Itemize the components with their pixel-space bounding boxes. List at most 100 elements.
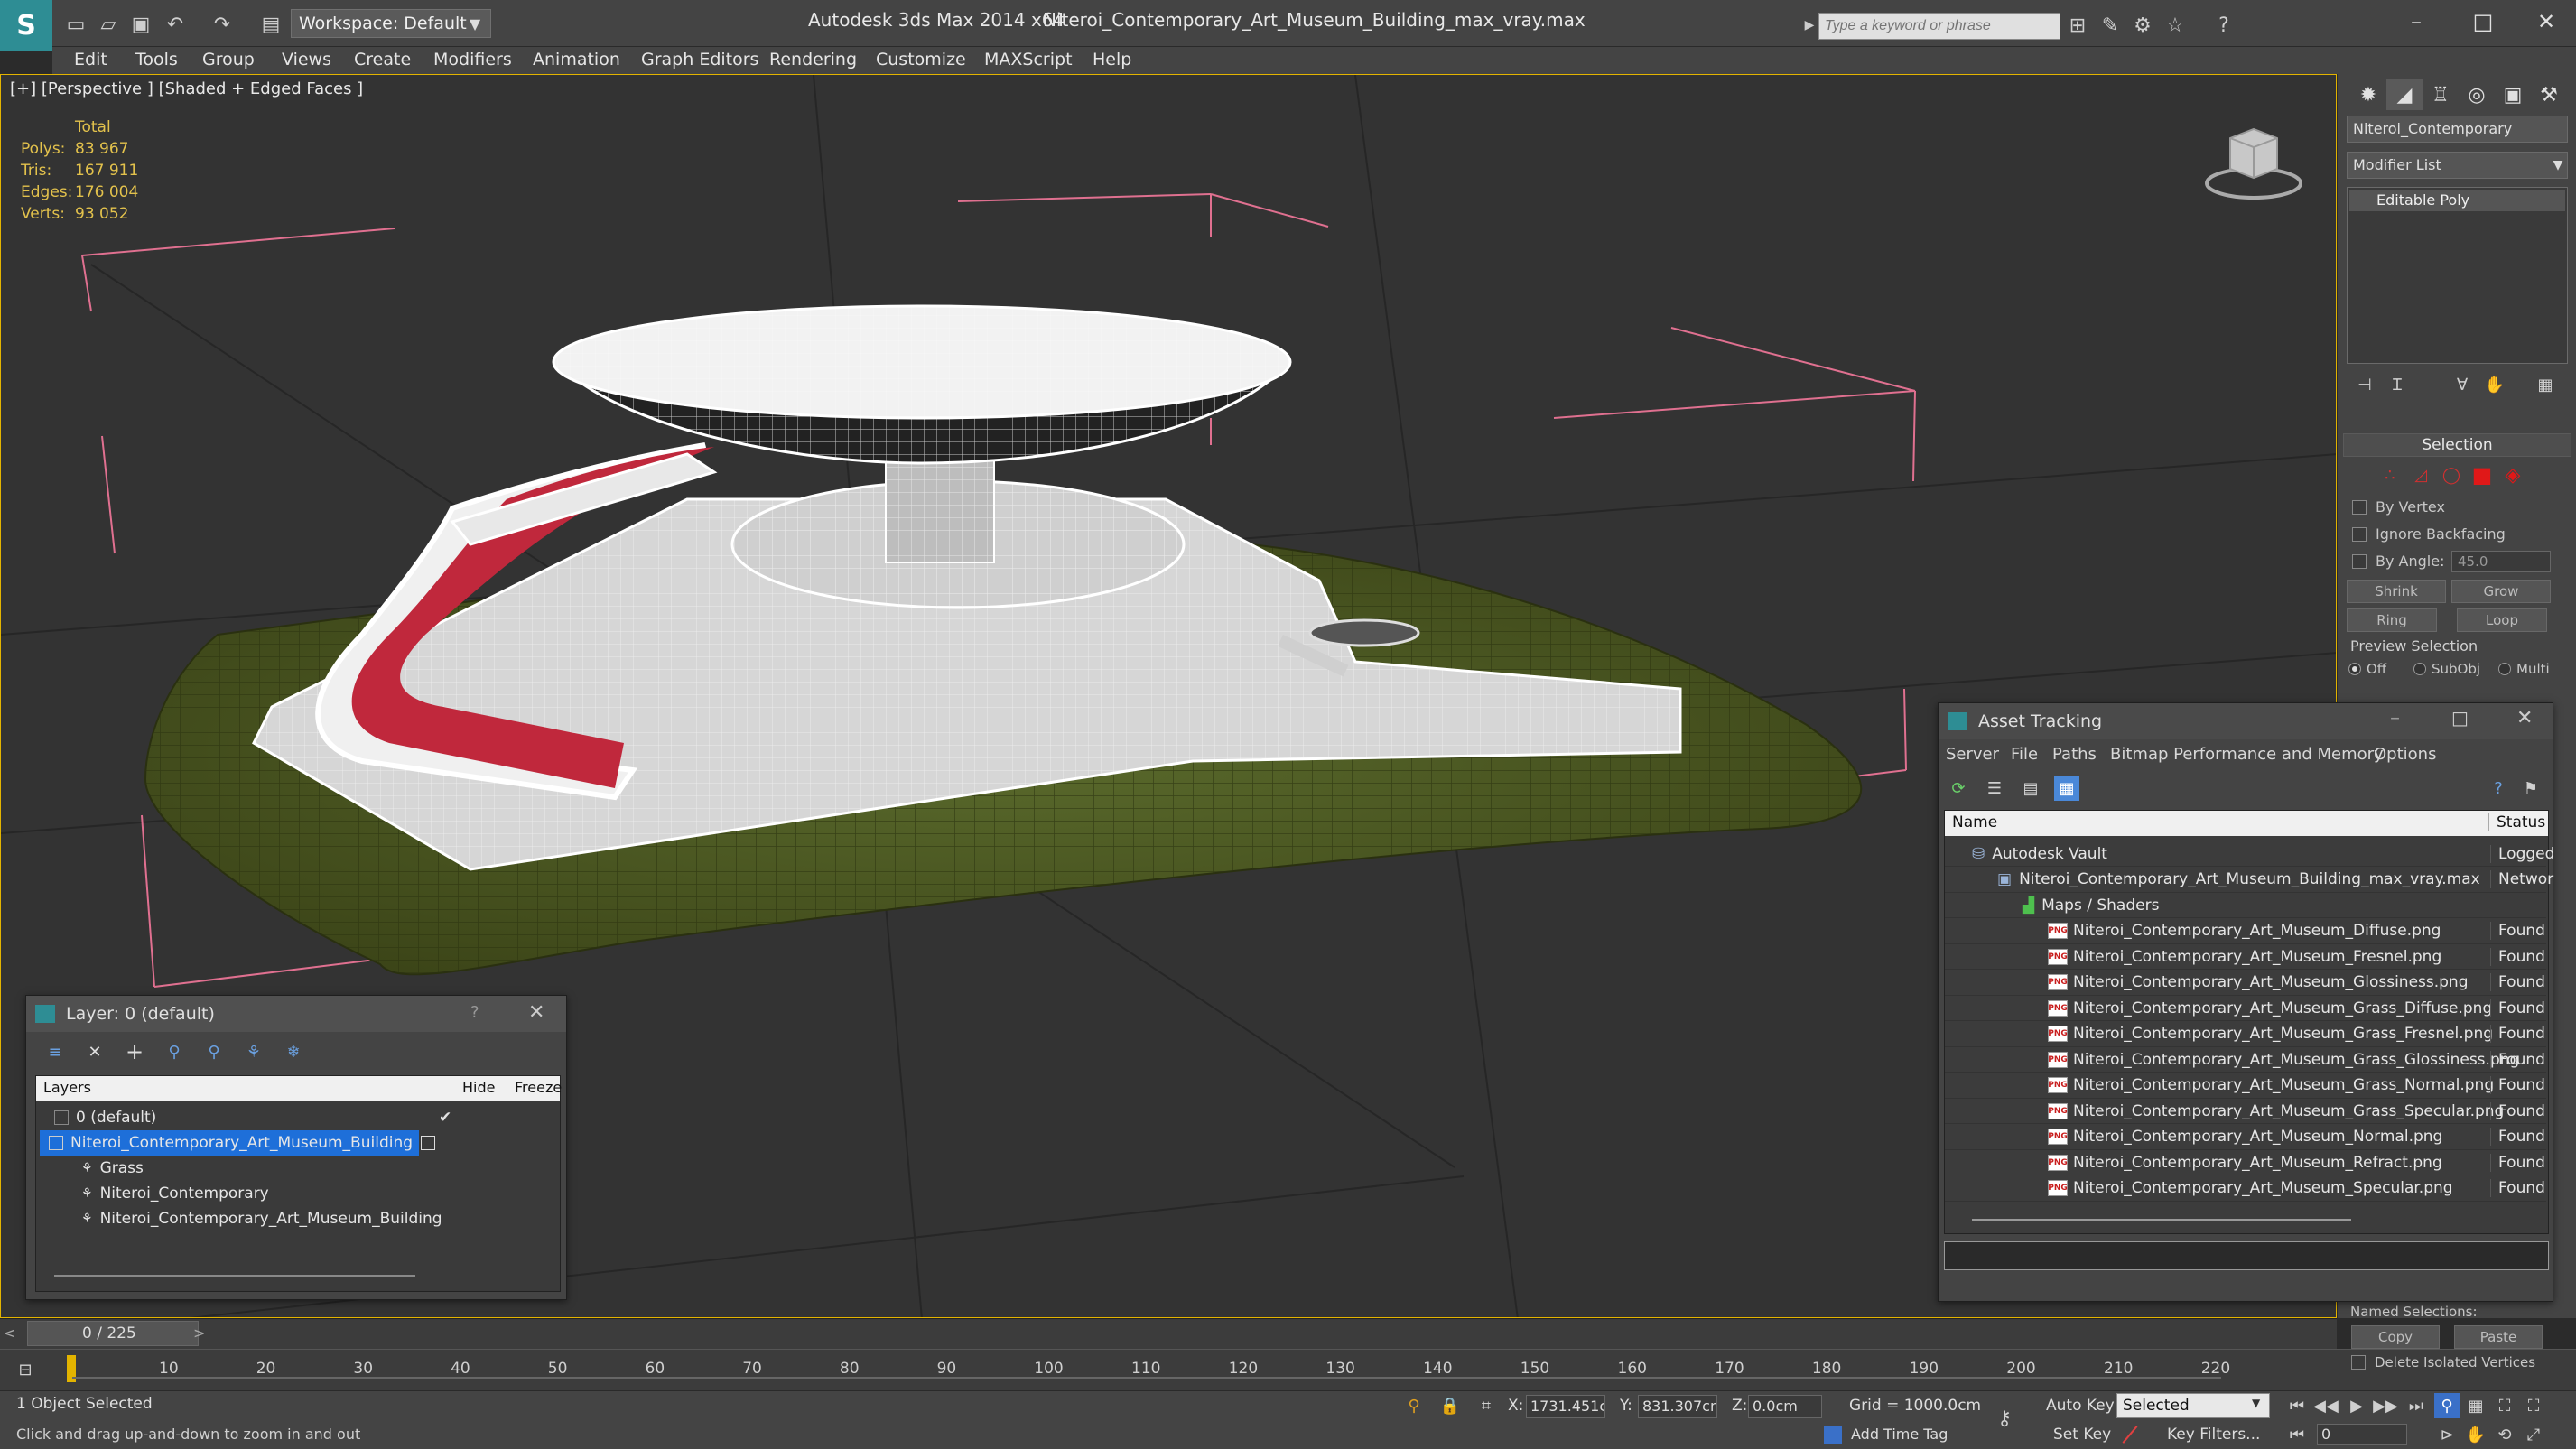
zoom-extents-all-icon[interactable]: ⛶ <box>2521 1393 2546 1418</box>
menu-animation[interactable]: Animation <box>533 50 620 70</box>
preview-subobj-radio[interactable]: SubObj <box>2413 661 2480 677</box>
create-tab-icon[interactable]: ✹ <box>2350 79 2386 110</box>
ring-button[interactable]: Ring <box>2347 608 2437 632</box>
minimize-icon[interactable]: – <box>2390 707 2400 729</box>
selection-rollout-header[interactable]: Selection <box>2343 433 2571 457</box>
list-view-icon[interactable]: ☰ <box>1982 776 2007 801</box>
col-freeze[interactable]: Freeze <box>515 1079 562 1096</box>
pin-stack-icon[interactable]: ⊣ <box>2352 372 2377 397</box>
asset-row[interactable]: PNG Niteroi_Contemporary_Art_Museum_Gloss… <box>1945 971 2546 996</box>
highlight-layer-icon[interactable]: ⚲ <box>201 1039 227 1064</box>
close-icon[interactable]: ✕ <box>2519 5 2573 38</box>
angle-spinner[interactable]: 45.0 <box>2451 551 2551 572</box>
isolate-selection-icon[interactable]: ⚲ <box>1401 1393 1427 1418</box>
menu-modifiers[interactable]: Modifiers <box>433 50 512 70</box>
menu-maxscript[interactable]: MAXScript <box>984 50 1073 70</box>
maximize-viewport-icon[interactable]: ⤢ <box>2521 1422 2546 1447</box>
refresh-icon[interactable]: ⟳ <box>1946 776 1971 801</box>
create-layer-icon[interactable]: ≡ <box>42 1039 68 1064</box>
layer-child-row[interactable]: ⚘ Grass <box>81 1156 144 1181</box>
motion-tab-icon[interactable]: ◎ <box>2459 79 2495 110</box>
modify-tab-icon[interactable]: ◢ <box>2386 79 2423 110</box>
grow-button[interactable]: Grow <box>2451 580 2551 603</box>
field-of-view-icon[interactable]: ⊳ <box>2434 1422 2460 1447</box>
time-slider-thumb[interactable]: 0 / 225 <box>27 1321 199 1346</box>
asset-menu-bitmap[interactable]: Bitmap Performance and Memory <box>2110 745 2384 764</box>
viewport-label[interactable]: [+] [Perspective ] [Shaded + Edged Faces… <box>10 79 363 98</box>
layer-row-selected[interactable]: Niteroi_Contemporary_Art_Museum_Building <box>40 1130 419 1156</box>
shrink-button[interactable]: Shrink <box>2347 580 2446 603</box>
time-slider[interactable]: < 0 / 225 > <box>0 1318 2337 1349</box>
project-folder-icon[interactable]: ▤ <box>258 12 284 37</box>
add-time-tag-button[interactable]: Add Time Tag <box>1851 1426 1948 1443</box>
workspace-dropdown[interactable]: Workspace: Default <box>291 9 491 38</box>
layer-row[interactable]: 0 (default) ✔ <box>54 1105 542 1130</box>
asset-path-field[interactable] <box>1944 1241 2549 1270</box>
border-mode-icon[interactable]: ◯ <box>2439 462 2464 488</box>
detail-view-icon[interactable]: ▤ <box>2018 776 2043 801</box>
chevron-left-icon[interactable]: < <box>4 1324 15 1342</box>
set-key-button[interactable]: Set Key <box>2053 1426 2111 1444</box>
polygon-mode-icon[interactable]: ■ <box>2469 462 2495 488</box>
minimize-icon[interactable]: – <box>2389 5 2443 38</box>
ignore-backfacing-checkbox[interactable]: Ignore Backfacing <box>2352 525 2506 543</box>
show-end-result-icon[interactable]: Ɪ <box>2385 372 2410 397</box>
key-icon[interactable]: ⚷ <box>1992 1406 2017 1431</box>
menu-create[interactable]: Create <box>354 50 411 70</box>
asset-row[interactable]: PNG Niteroi_Contemporary_Art_Museum_Diffu… <box>1945 919 2546 944</box>
app-logo-icon[interactable]: S <box>0 0 52 51</box>
close-icon[interactable]: ✕ <box>2516 707 2533 729</box>
redo-icon[interactable]: ↷ <box>209 12 235 37</box>
exchange-icon[interactable]: ⚙ <box>2129 13 2156 38</box>
configure-modifier-sets-icon[interactable]: ▦ <box>2533 372 2558 397</box>
asset-row[interactable]: ⛁ Autodesk Vault Logged <box>1945 841 2554 867</box>
hierarchy-tab-icon[interactable]: ♖ <box>2423 79 2459 110</box>
asset-row[interactable]: ▟ Maps / Shaders <box>1945 893 2546 918</box>
layer-child-row[interactable]: ⚘ Niteroi_Contemporary <box>81 1181 269 1206</box>
mini-curve-editor-icon[interactable]: ⊟ <box>13 1357 38 1382</box>
maximize-icon[interactable]: □ <box>2451 707 2469 729</box>
by-vertex-checkbox[interactable]: By Vertex <box>2352 498 2445 516</box>
preview-off-radio[interactable]: Off <box>2348 661 2386 677</box>
menu-group[interactable]: Group <box>202 50 255 70</box>
col-status[interactable]: Status <box>2488 813 2545 831</box>
lock-icon[interactable]: 🔒 <box>1437 1393 1463 1418</box>
x-coordinate-field[interactable]: 1731.451c <box>1526 1395 1605 1418</box>
asset-row[interactable]: PNG Niteroi_Contemporary_Art_Museum_Norma… <box>1945 1125 2546 1150</box>
col-layers[interactable]: Layers <box>43 1079 91 1096</box>
asset-row[interactable]: PNG Niteroi_Contemporary_Art_Museum_Specu… <box>1945 1176 2546 1202</box>
delete-isolated-checkbox[interactable]: Delete Isolated Vertices <box>2351 1354 2535 1370</box>
chevron-down-icon[interactable]: ▼ <box>2547 152 2569 179</box>
go-to-end-icon[interactable]: ⏭ <box>2404 1393 2429 1418</box>
pan-icon[interactable]: ✋ <box>2463 1422 2488 1447</box>
edge-mode-icon[interactable]: ◿ <box>2408 462 2433 488</box>
auto-key-button[interactable]: Auto Key <box>2046 1397 2115 1415</box>
open-file-icon[interactable]: ▱ <box>96 12 121 37</box>
previous-frame-icon[interactable]: ◀◀ <box>2313 1393 2339 1418</box>
paste-button[interactable]: Paste <box>2454 1325 2543 1349</box>
horizontal-scrollbar[interactable] <box>54 1275 415 1277</box>
vertex-mode-icon[interactable]: ∴ <box>2377 462 2403 488</box>
asset-row[interactable]: PNG Niteroi_Contemporary_Art_Museum_Grass… <box>1945 1047 2546 1073</box>
delete-layer-icon[interactable]: ✕ <box>82 1039 107 1064</box>
close-icon[interactable]: ✕ <box>528 1001 544 1024</box>
maximize-icon[interactable]: □ <box>2456 5 2510 38</box>
chevron-right-icon[interactable]: > <box>193 1324 205 1342</box>
menu-edit[interactable]: Edit <box>74 50 107 70</box>
time-track[interactable]: ⊟ <box>0 1349 2576 1390</box>
key-mode-icon[interactable]: ⏮ <box>2284 1422 2310 1447</box>
layer-child-row[interactable]: ⚘ Niteroi_Contemporary_Art_Museum_Buildi… <box>81 1206 442 1231</box>
select-objects-icon[interactable]: ⚲ <box>162 1039 187 1064</box>
z-coordinate-field[interactable]: 0.0cm <box>1748 1395 1822 1418</box>
next-frame-icon[interactable]: ▶▶ <box>2373 1393 2398 1418</box>
modifier-list-dropdown[interactable]: Modifier List <box>2347 152 2568 179</box>
asset-row[interactable]: PNG Niteroi_Contemporary_Art_Museum_Grass… <box>1945 1022 2546 1047</box>
by-angle-checkbox[interactable]: By Angle: <box>2352 553 2444 570</box>
help-icon[interactable]: ? <box>470 1003 479 1022</box>
freeze-all-icon[interactable]: ❄ <box>281 1039 306 1064</box>
zoom-all-icon[interactable]: ▦ <box>2463 1393 2488 1418</box>
undo-icon[interactable]: ↶ <box>163 12 188 37</box>
zoom-icon[interactable]: ⚲ <box>2434 1393 2460 1418</box>
asset-row[interactable]: PNG Niteroi_Contemporary_Art_Museum_Grass… <box>1945 1073 2546 1099</box>
go-to-start-icon[interactable]: ⏮ <box>2284 1393 2310 1418</box>
